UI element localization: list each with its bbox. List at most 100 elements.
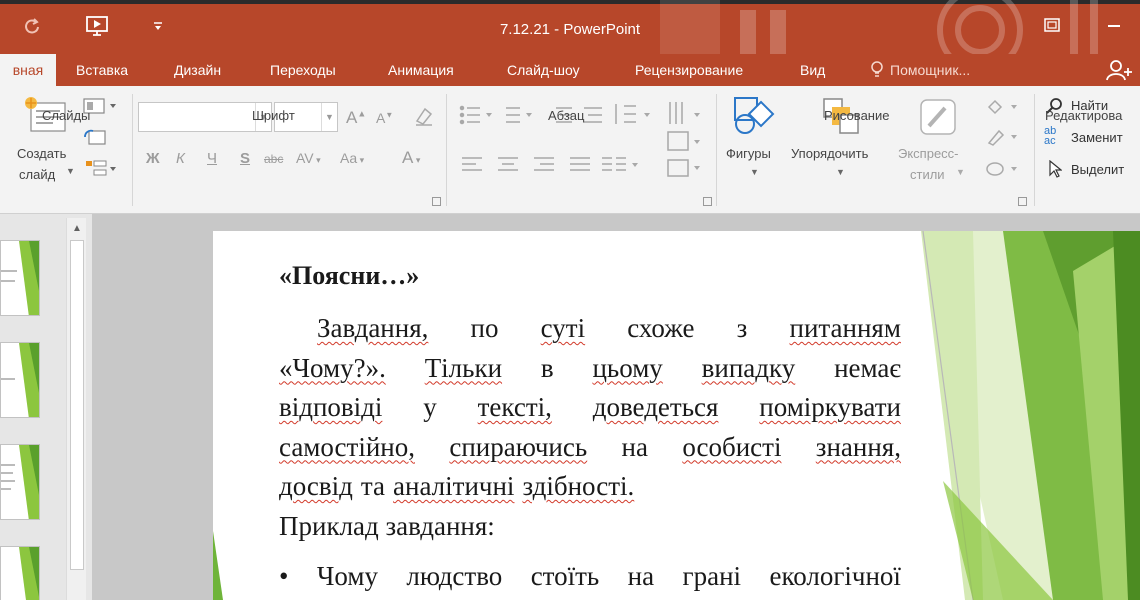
section-icon[interactable] [82,158,122,180]
tab-slideshow[interactable]: Слайд-шоу [507,54,580,86]
thumbnail-scrollbar[interactable]: ▲ [66,218,86,600]
word: поміркувати [759,392,901,422]
shrink-font-glyph: A [376,110,386,126]
lightbulb-icon [871,61,883,77]
tab-animations[interactable]: Анимация [388,54,454,86]
scroll-thumb[interactable] [70,240,84,570]
slide-thumbnail[interactable] [0,546,40,600]
char-spacing-button[interactable]: AV ▾ [296,150,321,166]
shrink-font-icon[interactable]: A▼ [376,110,393,126]
word: випадку [701,352,796,383]
word: та [360,471,386,501]
scroll-up-icon[interactable]: ▲ [67,218,87,238]
replace-icon[interactable]: ab ac [1044,126,1056,147]
reset-slide-icon[interactable] [82,127,110,147]
window-title: 7.12.21 - PowerPoint [499,21,641,38]
word: питанням [789,313,901,343]
paragraph-line: досвід та аналітичні здібності. [279,467,901,507]
shadow-button[interactable]: S [240,150,250,167]
slide-canvas[interactable]: «Поясни…» Завдання, по суті схоже з пита… [213,231,1140,600]
group-label-drawing: Рисование [824,108,890,123]
shapes-icon[interactable] [730,94,778,136]
tab-home[interactable]: вная [0,54,56,86]
tab-review[interactable]: Рецензирование [635,54,743,86]
group-separator [716,94,717,206]
bold-button[interactable]: Ж [146,150,160,167]
char-spacing-glyph: AV [296,150,314,166]
shape-outline-icon[interactable] [982,126,1022,148]
slide-thumbnail[interactable] [0,342,40,418]
font-dialog-launcher-icon[interactable] [432,197,441,206]
paragraph-dialog-launcher-icon[interactable] [703,197,712,206]
word: досвід [279,471,353,501]
paragraph-line: Завдання, по суті схоже з питанням [279,309,901,349]
quick-styles-label-1[interactable]: Экспресс- [898,146,959,161]
word: здібності. [522,471,635,501]
new-slide-dropdown-icon[interactable]: ▼ [66,166,75,176]
word: самостійно, [279,431,415,462]
group-label-editing: Редактирова [1045,108,1123,123]
arrange-dropdown-icon[interactable]: ▼ [836,167,845,177]
group-label-paragraph: Абзац [548,108,585,123]
arrange-label[interactable]: Упорядочить [791,146,868,161]
word: особисті [682,431,782,462]
word: немає [834,352,901,383]
underline-button[interactable]: Ч [207,150,217,167]
tab-insert[interactable]: Вставка [76,54,128,86]
restore-icon[interactable] [1032,10,1072,40]
quick-styles-dropdown-icon[interactable]: ▼ [956,167,965,177]
shape-fill-icon[interactable] [982,96,1022,118]
clear-formatting-icon[interactable] [410,104,438,128]
shapes-dropdown-icon[interactable]: ▼ [750,167,759,177]
word: по [470,313,499,343]
word: відповіді [279,392,383,422]
font-size-dropdown-icon[interactable]: ▼ [321,103,337,131]
change-case-button[interactable]: Aa ▾ [340,150,364,166]
group-separator [1034,94,1035,206]
font-color-button[interactable]: A ▾ [402,148,420,168]
shape-effects-icon[interactable] [982,158,1022,180]
tab-design[interactable]: Дизайн [174,54,221,86]
tell-me-label: Помощник... [890,62,971,78]
quick-styles-label-2[interactable]: стили [910,167,945,182]
tab-view[interactable]: Вид [800,54,825,86]
bullet-item: • Чому людство стоїть на грані екологічн… [279,561,901,592]
strikethrough-button[interactable]: abc [264,152,283,166]
font-color-glyph: A [402,148,414,167]
new-slide-label-1[interactable]: Создать [17,146,66,161]
italic-button[interactable]: К [176,150,185,167]
select-button[interactable]: Выделит [1071,162,1124,177]
paragraph-controls-icon[interactable] [456,96,716,192]
word: цьому [592,352,663,383]
quick-styles-icon[interactable] [916,96,960,138]
word: спираючись [449,431,588,462]
word: людство [406,561,503,591]
slide-thumbnail[interactable] [0,444,40,520]
new-slide-label-2[interactable]: слайд [19,167,55,182]
word: тексті, [477,392,552,422]
group-separator [446,94,447,206]
word: Завдання, [317,313,429,343]
word: у [423,392,437,422]
word: знання, [815,431,901,462]
powerpoint-window: 7.12.21 - PowerPoint вная Вставка Дизайн… [0,0,1140,600]
slide-heading: «Поясни…» [279,261,420,290]
shapes-label[interactable]: Фигуры [726,146,771,161]
replace-button[interactable]: Заменит [1071,130,1123,145]
example-label: Приклад завдання: [279,511,495,541]
bullet-glyph: • [279,561,289,591]
tab-transitions[interactable]: Переходы [270,54,336,86]
grow-font-icon[interactable]: A▲ [346,108,366,128]
select-cursor-icon[interactable] [1046,160,1064,178]
slide-thumbnail[interactable] [0,240,40,316]
paragraph-line: самостійно, спираючись на особисті знанн… [279,428,901,468]
minimize-icon[interactable] [1094,10,1134,40]
grow-font-glyph: A [346,108,358,127]
word: Тільки [424,352,503,383]
tell-me-box[interactable]: Помощник... [870,54,970,86]
change-case-glyph: Aa [340,150,358,166]
drawing-dialog-launcher-icon[interactable] [1018,197,1027,206]
paragraph-line: відповіді у тексті, доведеться поміркува… [279,388,901,428]
word: схоже [627,313,695,343]
share-user-icon[interactable] [1106,58,1134,82]
